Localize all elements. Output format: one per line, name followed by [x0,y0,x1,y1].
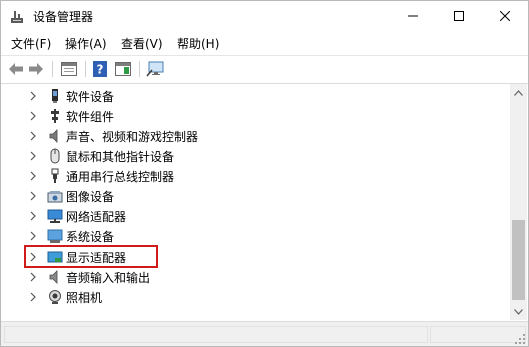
tree-item-label: 网络适配器 [66,210,127,224]
tree-item-cameras[interactable]: 照相机 [5,287,510,307]
maximize-icon [454,11,464,21]
tree-item-usb-controllers[interactable]: 通用串行总线控制器 [5,166,510,186]
menu-view[interactable]: 查看(V) [121,35,163,52]
network-adapter-icon [47,209,63,223]
device-manager-app-icon [9,9,25,25]
tree-item-label: 软件组件 [66,110,115,124]
properties-button[interactable] [59,59,79,79]
help-icon: ? [93,61,107,77]
forward-icon [29,63,43,75]
status-cell-secondary [430,326,526,343]
minimize-button[interactable] [390,1,436,31]
close-icon [500,11,510,21]
tree-item-label: 鼠标和其他指针设备 [66,150,175,164]
chevron-down-icon [514,308,523,315]
chevron-up-icon [514,89,523,96]
scrollbar-thumb[interactable] [512,220,525,300]
chevron-right-icon[interactable] [29,151,37,161]
back-icon [9,63,23,75]
tree-item-label: 声音、视频和游戏控制器 [66,130,199,144]
tree-item-software-components[interactable]: 软件组件 [5,106,510,126]
speaker-icon [49,129,58,143]
minimize-icon [408,15,418,17]
tree-item-label: 软件设备 [66,90,115,104]
status-bar [1,321,528,346]
tree-item-imaging-devices[interactable]: 图像设备 [5,186,510,206]
tree-item-system-devices[interactable]: 系统设备 [5,226,510,246]
details-pane-icon [115,62,131,76]
chevron-right-icon[interactable] [29,211,37,221]
device-tree[interactable]: 软件设备 软件组件 声音、视频和游戏控制器 鼠标和其他指针设备 通用串行总线控制… [5,84,510,319]
camera-device-icon [47,191,63,203]
menu-help[interactable]: 帮助(H) [177,35,219,52]
help-button[interactable]: ? [91,59,109,79]
title-bar[interactable]: 设备管理器 [1,1,528,31]
software-device-icon [52,89,58,103]
tree-item-label: 通用串行总线控制器 [66,170,175,184]
back-button[interactable] [7,59,25,79]
tree-item-label: 照相机 [66,291,103,305]
vertical-scrollbar[interactable] [510,84,527,320]
window-title: 设备管理器 [33,10,94,24]
tree-item-sound-video-game[interactable]: 声音、视频和游戏控制器 [5,126,510,146]
menu-file[interactable]: 文件(F) [11,35,51,52]
menu-action[interactable]: 操作(A) [65,35,107,52]
tree-item-label: 系统设备 [66,230,115,244]
chevron-right-icon[interactable] [29,272,37,282]
highlight-annotation-box [24,245,158,268]
toolbar-separator [139,61,140,77]
maximize-button[interactable] [436,1,482,31]
system-device-icon [47,229,63,243]
toolbar-separator [85,61,86,77]
details-pane-button[interactable] [113,59,133,79]
svg-text:?: ? [97,63,104,77]
chevron-right-icon[interactable] [29,111,37,121]
scan-hardware-button[interactable] [145,59,165,79]
software-component-icon [51,109,59,123]
menu-bar: 文件(F) 操作(A) 查看(V) 帮助(H) [1,33,528,55]
properties-icon [61,62,77,76]
toolbar-separator [52,61,53,77]
forward-button[interactable] [27,59,45,79]
chevron-right-icon[interactable] [29,191,37,201]
scan-hardware-icon [146,61,164,77]
chevron-right-icon[interactable] [29,231,37,241]
resize-grip-icon[interactable] [514,333,526,345]
tree-item-mice-pointing[interactable]: 鼠标和其他指针设备 [5,146,510,166]
chevron-right-icon[interactable] [29,91,37,101]
tree-item-label: 图像设备 [66,190,115,204]
scroll-up-button[interactable] [510,84,527,101]
usb-icon [51,168,59,183]
tree-item-audio-inputs-outputs[interactable]: 音频输入和输出 [5,267,510,287]
tree-item-label: 音频输入和输出 [66,271,151,285]
close-button[interactable] [482,1,528,31]
audio-io-icon [49,270,58,284]
mouse-icon [50,148,60,164]
scroll-down-button[interactable] [510,303,527,320]
chevron-right-icon[interactable] [29,171,37,181]
device-manager-window: 设备管理器 文件(F) 操作(A) 查看(V) 帮助(H) ? 软件设备 软件组… [0,0,529,347]
chevron-right-icon[interactable] [29,292,37,302]
status-cell-main [4,326,428,343]
tree-item-network-adapters[interactable]: 网络适配器 [5,206,510,226]
webcam-icon [49,290,61,304]
chevron-right-icon[interactable] [29,131,37,141]
tree-item-software-devices[interactable]: 软件设备 [5,86,510,106]
toolbar: ? [1,56,528,82]
